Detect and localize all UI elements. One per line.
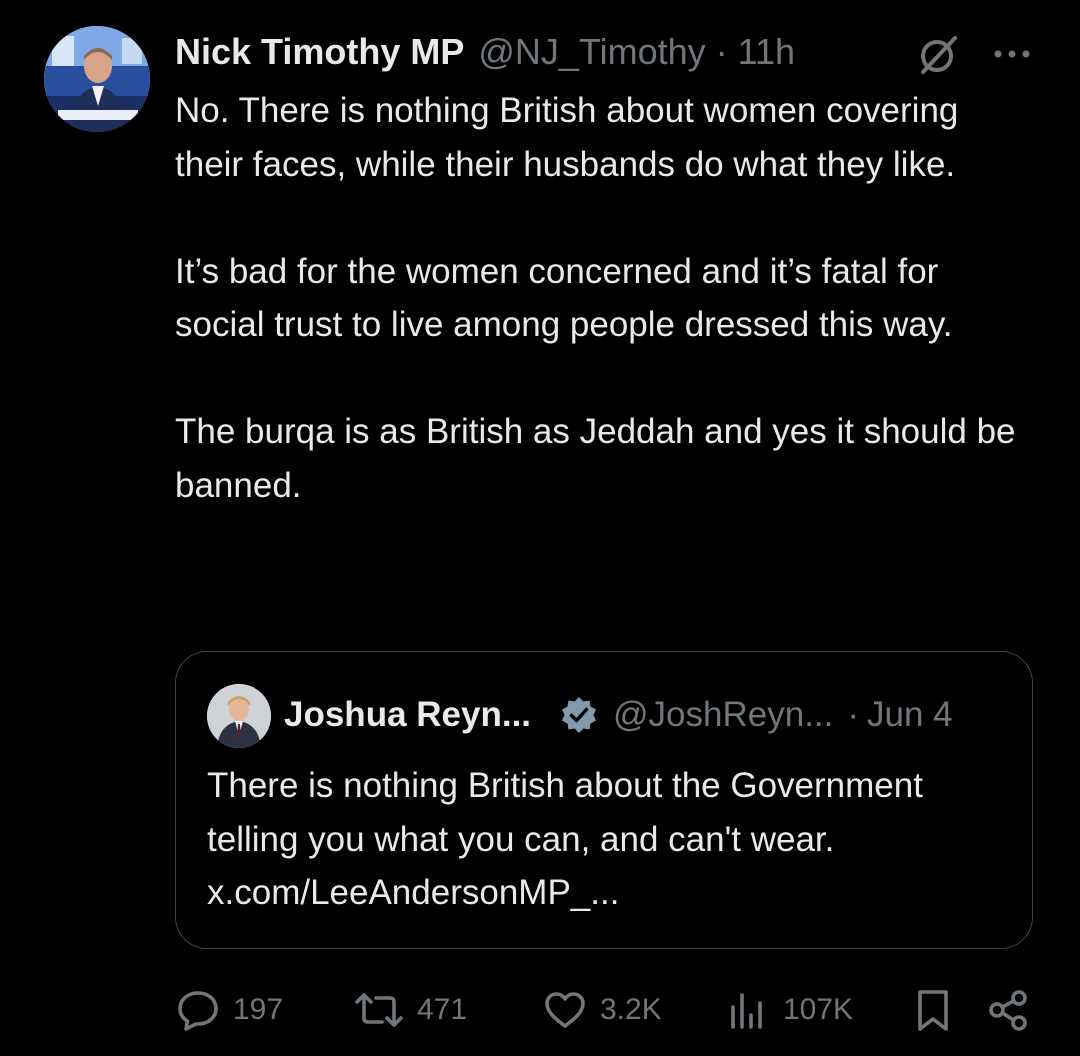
views-button[interactable]: 107K (725, 985, 853, 1035)
author-avatar[interactable] (44, 26, 150, 132)
quoted-tweet-date: Jun 4 (867, 695, 953, 734)
share-button[interactable] (985, 985, 1031, 1035)
separator-dot: · (715, 31, 728, 72)
bookmark-icon (910, 987, 956, 1033)
repost-button[interactable]: 471 (353, 985, 467, 1035)
action-bar: 197 471 3.2K 107K (175, 985, 1035, 1035)
quoted-tweet-text: There is nothing British about the Gover… (207, 766, 923, 912)
reply-icon (175, 987, 221, 1033)
views-count: 107K (783, 993, 854, 1026)
verified-badge-icon (559, 695, 599, 735)
reply-count: 197 (233, 993, 284, 1026)
tweet-paragraph: It’s bad for the women concerned and it’… (175, 251, 953, 345)
like-count: 3.2K (600, 993, 662, 1026)
tweet-paragraph: No. There is nothing British about women… (175, 91, 959, 184)
tweet-header: Nick Timothy MP @NJ_Timothy · 11h (175, 28, 795, 76)
grok-icon[interactable] (915, 30, 963, 78)
tweet-timestamp[interactable]: 11h (738, 31, 795, 73)
author-name[interactable]: Nick Timothy MP (175, 31, 464, 73)
like-button[interactable]: 3.2K (542, 985, 662, 1035)
views-icon (725, 987, 771, 1033)
heart-icon (542, 987, 588, 1033)
separator-dot: · (847, 695, 860, 734)
share-icon (985, 987, 1031, 1033)
quoted-author-name: Joshua Reyn... (284, 695, 532, 734)
quoted-tweet[interactable]: Joshua Reyn... @JoshReyn... · Jun 4 Ther… (175, 651, 1033, 949)
bookmark-button[interactable] (910, 985, 956, 1035)
quoted-tweet-header: Joshua Reyn... @JoshReyn... · Jun 4 (284, 690, 953, 740)
author-handle[interactable]: @NJ_Timothy (478, 31, 705, 73)
tweet[interactable]: Nick Timothy MP @NJ_Timothy · 11h No. Th… (0, 0, 1080, 1056)
repost-icon (353, 987, 405, 1033)
reply-button[interactable]: 197 (175, 985, 283, 1035)
tweet-text: No. There is nothing British about women… (175, 84, 1035, 512)
repost-count: 471 (417, 993, 468, 1026)
quoted-author-avatar (207, 684, 271, 748)
quoted-author-handle: @JoshReyn... (613, 695, 834, 734)
more-options-icon[interactable] (988, 30, 1036, 78)
tweet-paragraph: The burqa is as British as Jeddah and ye… (175, 412, 1016, 505)
